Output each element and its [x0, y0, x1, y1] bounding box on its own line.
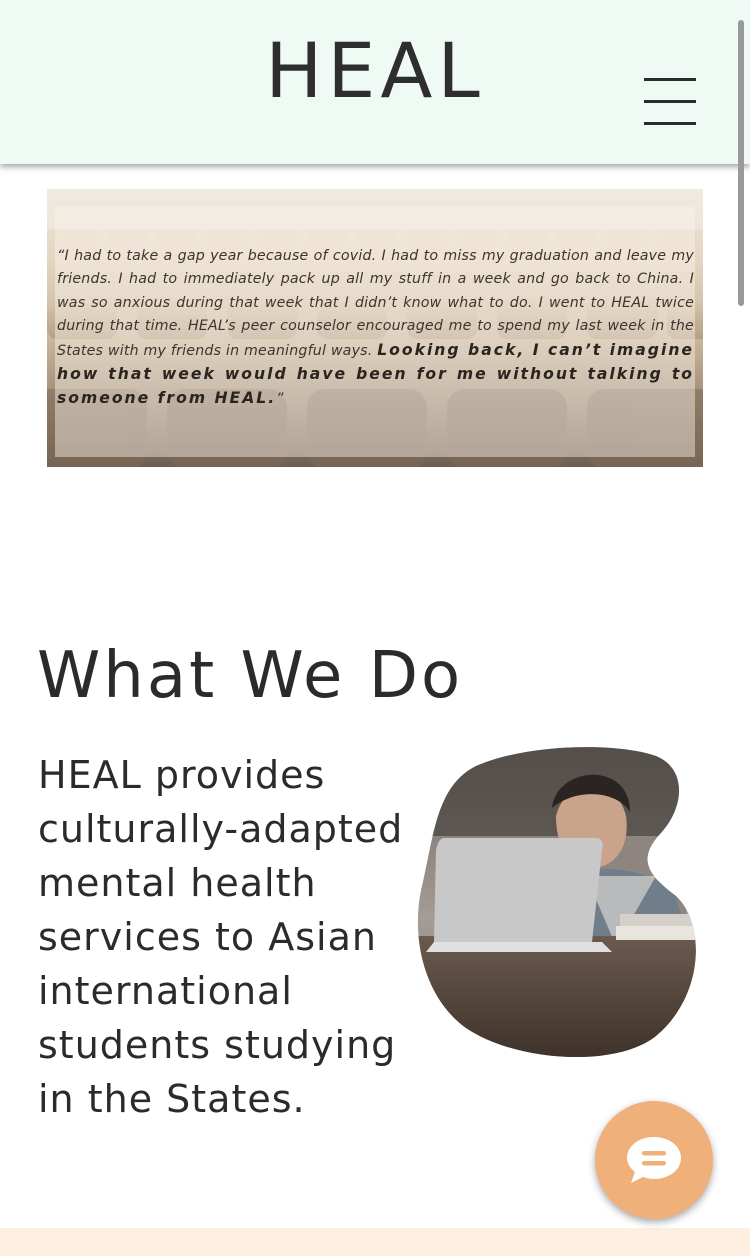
- scrollbar[interactable]: [738, 20, 744, 306]
- footer-band: [0, 1228, 750, 1256]
- site-logo[interactable]: HEAL: [0, 26, 750, 116]
- testimonial-banner: “I had to take a gap year because of cov…: [47, 189, 703, 467]
- chat-button[interactable]: [595, 1101, 713, 1219]
- student-with-laptop-image: [417, 747, 696, 1058]
- site-header: HEAL: [0, 0, 750, 164]
- hamburger-menu-icon[interactable]: [640, 76, 696, 128]
- quote-close-mark: ”: [276, 391, 284, 408]
- chat-bubble-icon: [627, 1137, 681, 1183]
- testimonial-quote: “I had to take a gap year because of cov…: [57, 245, 694, 412]
- what-we-do-title: What We Do: [37, 639, 464, 713]
- what-we-do-description: HEAL provides culturally-adapted mental …: [38, 753, 404, 1121]
